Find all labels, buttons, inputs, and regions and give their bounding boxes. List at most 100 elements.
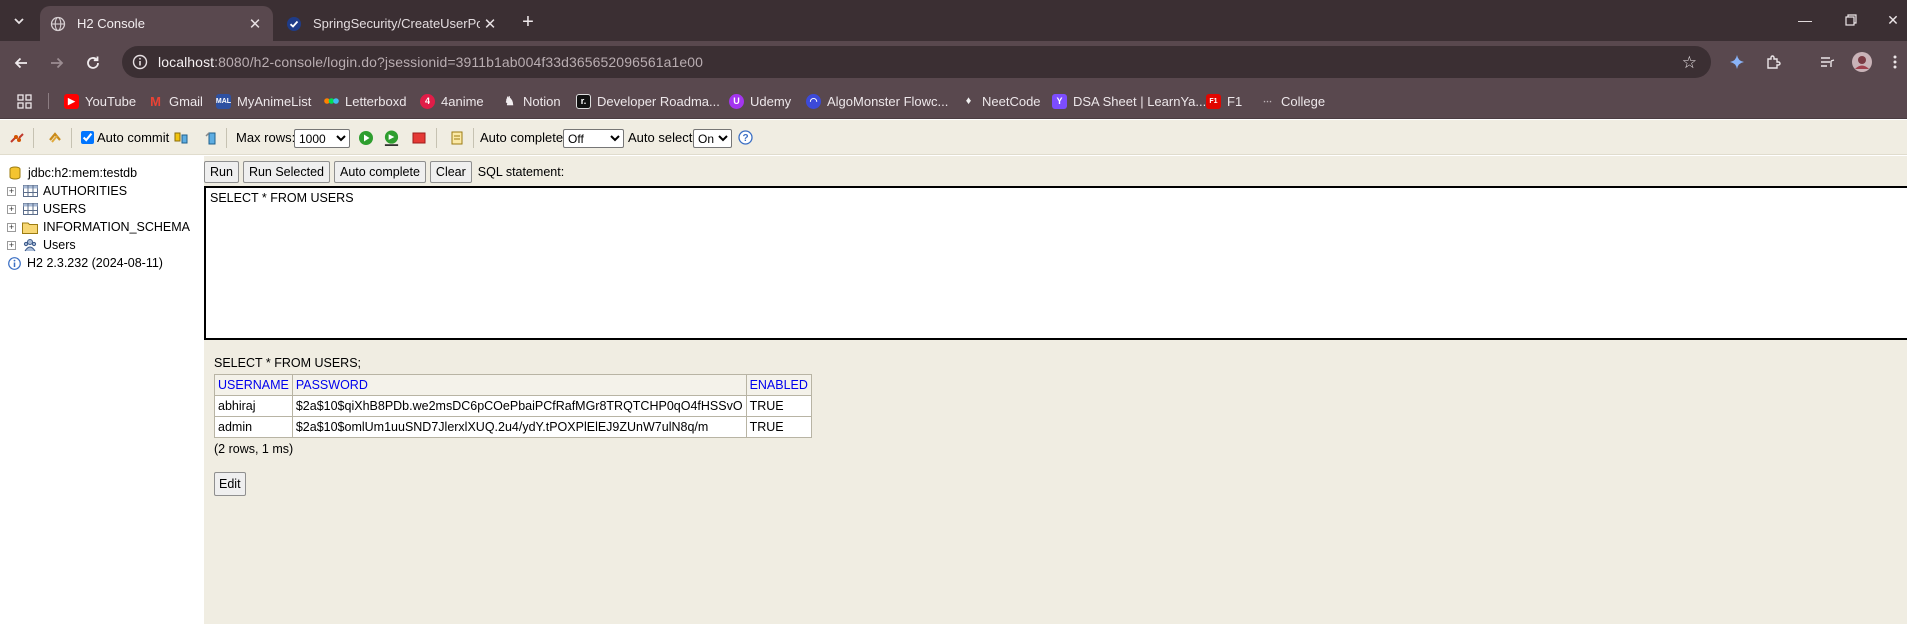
bookmarks-bar: ▶ YouTube M Gmail MAL MyAnimeList Letterbox… <box>0 83 1907 119</box>
reload-button[interactable] <box>79 49 107 77</box>
bookmark-label: College <box>1281 93 1326 109</box>
bookmark-dsa-sheet[interactable]: Y DSA Sheet | LearnYa... <box>1052 92 1206 110</box>
reload-icon <box>87 56 99 69</box>
schema-tree: jdbc:h2:mem:testdb + AUTHORITIES + USERS… <box>0 156 204 624</box>
bookmark-letterboxd[interactable]: Letterboxd <box>324 92 406 110</box>
tab-search-button[interactable] <box>6 8 32 34</box>
tree-connection[interactable]: jdbc:h2:mem:testdb <box>0 165 137 181</box>
run-selected-button[interactable]: Run Selected <box>242 161 330 183</box>
tree-item-authorities[interactable]: + AUTHORITIES <box>0 183 127 199</box>
run-selected-icon[interactable] <box>383 129 400 146</box>
result-query-text: SELECT * FROM USERS; <box>214 356 362 370</box>
auto-select-label: Auto select <box>628 130 693 145</box>
table-row: abhiraj $2a$10$qiXhB8PDb.we2msDC6pCOePba… <box>214 395 812 417</box>
tab-h2-console[interactable]: H2 Console ✕ <box>40 6 273 41</box>
bookmark-myanimelist[interactable]: MAL MyAnimeList <box>216 92 311 110</box>
tab-spring-security[interactable]: SpringSecurity/CreateUserPostI ✕ <box>276 6 508 41</box>
column-header[interactable]: USERNAME <box>214 374 293 396</box>
auto-complete-label: Auto complete <box>480 130 564 145</box>
youtube-icon: ▶ <box>64 93 79 109</box>
profile-avatar[interactable] <box>1851 51 1873 73</box>
auto-select-select[interactable]: On <box>693 129 732 148</box>
restore-icon <box>1845 14 1857 26</box>
bookmark-star-icon[interactable]: ☆ <box>1682 53 1697 73</box>
bookmark-label: Notion <box>523 93 561 109</box>
column-header[interactable]: ENABLED <box>745 374 812 396</box>
bookmark-f1[interactable]: F1 F1 <box>1206 92 1242 110</box>
chevron-down-icon <box>14 18 24 25</box>
stop-icon[interactable] <box>410 129 427 146</box>
expand-icon[interactable]: + <box>7 240 16 250</box>
auto-complete-select[interactable]: Off <box>563 129 624 148</box>
restore-button[interactable] <box>1828 6 1874 34</box>
auto-complete-button[interactable]: Auto complete <box>334 161 426 183</box>
tree-item-users-table[interactable]: + USERS <box>0 201 86 217</box>
bookmark-algomonster[interactable]: ◠ AlgoMonster Flowc... <box>806 92 948 110</box>
back-button[interactable] <box>7 49 35 77</box>
bookmark-gmail[interactable]: M Gmail <box>148 92 203 110</box>
sql-statement-label: SQL statement: <box>477 165 565 179</box>
version-label: H2 2.3.232 (2024-08-11) <box>27 256 163 270</box>
bookmark-label: Gmail <box>169 93 203 109</box>
extensions-puzzle-icon[interactable] <box>1762 51 1784 73</box>
run-icon[interactable] <box>357 129 374 146</box>
bookmark-neetcode[interactable]: ♦ NeetCode <box>961 92 1041 110</box>
max-rows-select[interactable]: 1000 <box>294 129 350 148</box>
expand-icon[interactable]: + <box>7 222 16 232</box>
refresh-icon[interactable] <box>46 129 63 146</box>
media-controls-icon[interactable] <box>1816 51 1838 73</box>
college-icon: ⋯ <box>1263 95 1272 106</box>
result-table: USERNAME PASSWORD ENABLED abhiraj $2a$10… <box>214 374 812 438</box>
history-icon[interactable] <box>448 129 465 146</box>
apps-grid-icon[interactable] <box>17 92 32 110</box>
bookmark-label: DSA Sheet | LearnYa... <box>1073 93 1207 109</box>
minimize-button[interactable]: — <box>1782 6 1828 34</box>
tree-item-label: USERS <box>43 202 87 216</box>
forward-button[interactable] <box>43 49 71 77</box>
toolbar-separator <box>71 128 72 148</box>
help-icon[interactable]: ? <box>737 129 754 146</box>
browser-toolbar: localhost:8080/h2-console/login.do?jsess… <box>0 41 1907 83</box>
sql-editor[interactable]: SELECT * FROM USERS <box>204 186 1907 340</box>
table-icon <box>22 202 38 216</box>
roadmap-icon: r. <box>576 93 591 109</box>
minimize-icon: — <box>1798 12 1812 28</box>
gemini-extension-icon[interactable] <box>1726 51 1748 73</box>
bookmark-youtube[interactable]: ▶ YouTube <box>64 92 136 110</box>
database-icon <box>7 166 23 180</box>
bookmark-4anime[interactable]: 4 4anime <box>420 92 484 110</box>
bookmark-developer-roadmap[interactable]: r. Developer Roadma... <box>576 92 720 110</box>
max-rows-label: Max rows: <box>236 130 296 145</box>
tree-item-label: AUTHORITIES <box>43 184 128 198</box>
auto-commit-checkbox[interactable] <box>81 131 94 144</box>
edit-button[interactable]: Edit <box>214 472 246 496</box>
bookmark-notion[interactable]: ♞ Notion <box>502 92 561 110</box>
learnyard-icon: Y <box>1052 93 1067 109</box>
browser-menu-icon[interactable] <box>1884 51 1906 73</box>
forward-arrow-icon <box>51 57 64 69</box>
run-button[interactable]: Run <box>204 161 239 183</box>
bookmark-college[interactable]: ⋯ College <box>1260 92 1325 110</box>
table-cell: $2a$10$omlUm1uuSND7JlerxlXUQ.2u4/ydY.tPO… <box>291 416 747 438</box>
bookmark-udemy[interactable]: U Udemy <box>729 92 791 110</box>
commit-icon[interactable] <box>203 129 220 146</box>
expand-icon[interactable]: + <box>7 204 16 214</box>
clear-button[interactable]: Clear <box>429 161 472 183</box>
bookmark-label: Letterboxd <box>345 93 407 109</box>
expand-icon[interactable]: + <box>7 186 16 196</box>
tree-item-users-role[interactable]: + Users <box>0 237 76 253</box>
close-icon[interactable]: ✕ <box>245 14 265 34</box>
disconnect-icon[interactable] <box>8 129 25 146</box>
close-icon[interactable]: ✕ <box>480 14 500 34</box>
close-window-button[interactable]: ✕ <box>1870 6 1907 34</box>
result-section: SELECT * FROM USERS; USERNAME PASSWORD E… <box>214 356 812 456</box>
new-tab-button[interactable]: + <box>516 10 540 34</box>
bookmark-label: YouTube <box>85 93 137 109</box>
rollback-icon[interactable] <box>172 129 189 146</box>
tab-title: H2 Console <box>77 16 145 31</box>
tree-item-information-schema[interactable]: + INFORMATION_SCHEMA <box>0 219 190 235</box>
neetcode-icon: ♦ <box>965 95 972 107</box>
column-header[interactable]: PASSWORD <box>291 374 747 396</box>
address-bar[interactable]: localhost:8080/h2-console/login.do?jsess… <box>122 46 1711 78</box>
site-info-icon[interactable] <box>132 54 148 70</box>
